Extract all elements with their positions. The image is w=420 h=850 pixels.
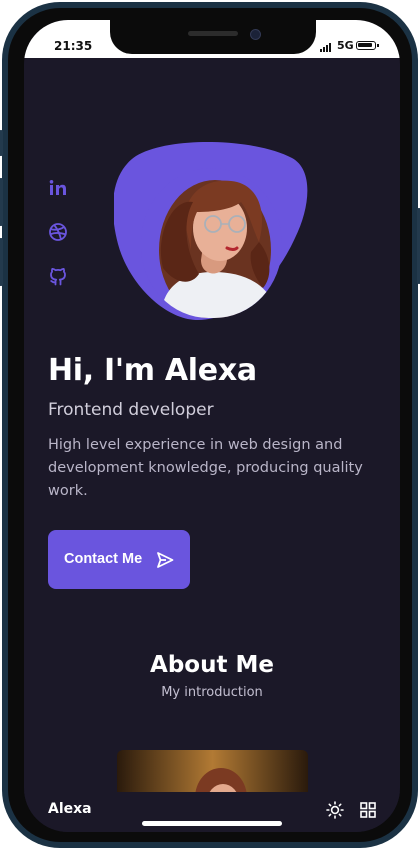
notch <box>110 20 316 54</box>
mute-switch <box>0 130 3 156</box>
volume-up-button <box>0 178 3 226</box>
github-icon[interactable] <box>48 266 68 286</box>
send-icon <box>156 551 174 569</box>
contact-me-button[interactable]: Contact Me <box>48 530 190 589</box>
volume-down-button <box>0 238 3 286</box>
sun-icon[interactable] <box>326 801 344 819</box>
phone-frame: 21:35 5G Hi, I'm Alexa Frontend develope… <box>0 2 420 848</box>
signal-icon <box>320 42 334 52</box>
status-time: 21:35 <box>54 39 93 53</box>
linkedin-icon[interactable] <box>48 178 68 198</box>
hero-subtitle: Frontend developer <box>48 400 214 420</box>
about-subtitle: My introduction <box>161 685 263 700</box>
screen: 21:35 5G Hi, I'm Alexa Frontend develope… <box>24 20 400 832</box>
speaker-grille <box>188 31 238 36</box>
hero-title: Hi, I'm Alexa <box>48 353 257 388</box>
nav-logo[interactable]: Alexa <box>48 801 92 817</box>
bottom-nav: Alexa <box>24 792 400 832</box>
status-bar: 21:35 5G <box>24 20 400 58</box>
profile-photo <box>141 168 282 318</box>
home-indicator[interactable] <box>142 821 282 826</box>
battery-icon <box>356 41 379 50</box>
front-camera <box>250 29 261 40</box>
dribbble-icon[interactable] <box>48 222 68 242</box>
contact-me-label: Contact Me <box>64 551 143 567</box>
about-title: About Me <box>150 652 274 678</box>
hero-description: High level experience in web design and … <box>48 437 363 499</box>
grid-icon[interactable] <box>359 801 377 819</box>
network-type: 5G <box>337 39 354 52</box>
